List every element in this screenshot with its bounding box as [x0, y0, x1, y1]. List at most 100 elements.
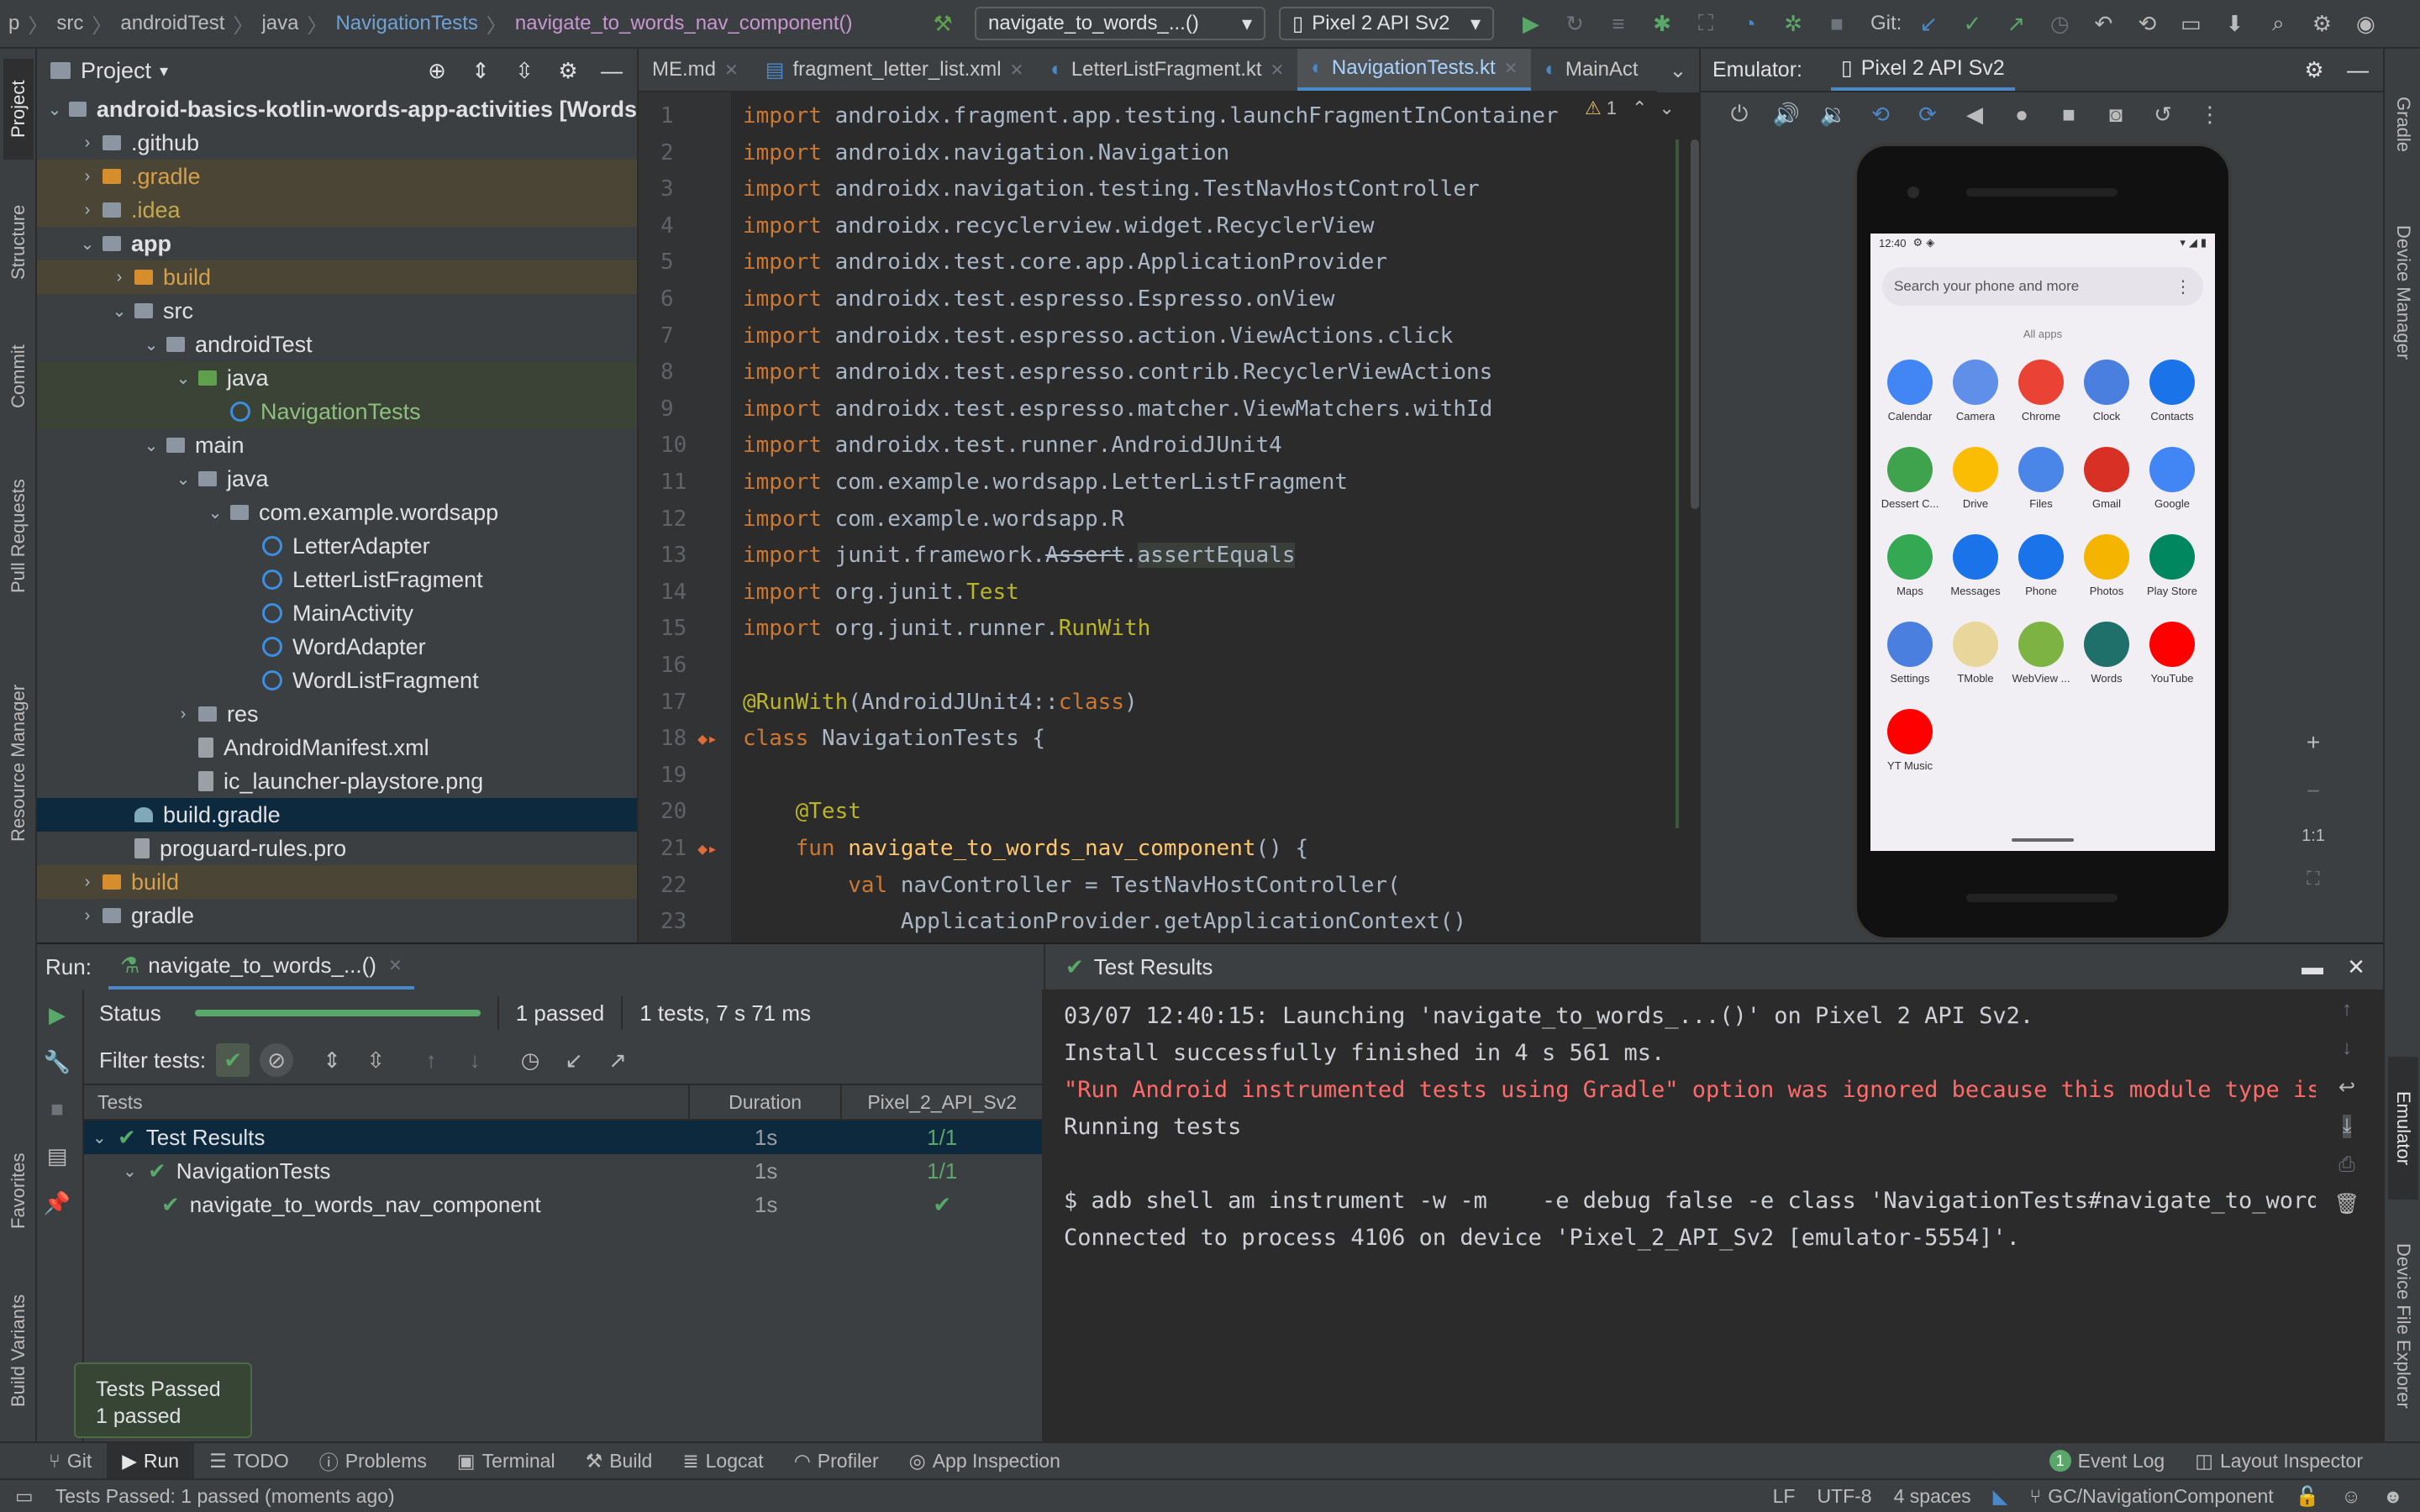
phone-app[interactable]: Dessert C...: [1877, 447, 1943, 510]
tree-node[interactable]: › .github: [37, 126, 637, 160]
phone-app[interactable]: Play Store: [2139, 534, 2205, 597]
tool-tab-resource-manager[interactable]: Resource Manager: [3, 654, 34, 872]
rollback-icon[interactable]: ↶: [2086, 7, 2120, 40]
tree-node[interactable]: ⌄ com.example.wordsapp: [37, 496, 637, 529]
file-encoding[interactable]: UTF-8: [1817, 1485, 1871, 1508]
tabs-overflow-icon[interactable]: ⌄: [1657, 49, 1699, 92]
tree-node[interactable]: ic_launcher-playstore.png: [37, 764, 637, 798]
editor-scrollbar[interactable]: [1691, 139, 1699, 509]
close-icon[interactable]: ✕: [724, 60, 739, 81]
home-icon[interactable]: ●: [2005, 97, 2039, 131]
attach-icon[interactable]: ✲: [1776, 7, 1810, 40]
fit-screen-icon[interactable]: ⛶: [2307, 868, 2319, 890]
pin-icon[interactable]: 📌: [40, 1186, 74, 1220]
phone-app[interactable]: Maps: [1877, 534, 1943, 597]
rerun-icon[interactable]: ↻: [1558, 7, 1591, 40]
avatar-icon[interactable]: ◉: [2349, 7, 2382, 40]
git-push-icon[interactable]: ↗: [1999, 7, 2033, 40]
stop-icon[interactable]: ■: [40, 1092, 74, 1126]
device-select[interactable]: ▯ Pixel 2 API Sv2 ▾: [1279, 7, 1494, 40]
git-branch[interactable]: ⑂ GC/NavigationComponent: [2029, 1485, 2273, 1508]
tree-node[interactable]: › build: [37, 865, 637, 899]
tool-tab-logcat[interactable]: ≣ Logcat: [667, 1443, 778, 1478]
search-icon[interactable]: ⌕: [2261, 7, 2295, 40]
rotate-left-icon[interactable]: ⟲: [1864, 97, 1897, 131]
power-icon[interactable]: ⏻: [1723, 97, 1756, 131]
tool-tab-build[interactable]: ⚒ Build: [571, 1443, 668, 1478]
profile-icon[interactable]: ◔: [1733, 7, 1766, 40]
column-device[interactable]: Pixel_2_API_Sv2: [842, 1084, 1042, 1120]
indent-setting[interactable]: 4 spaces: [1894, 1485, 1971, 1508]
phone-app[interactable]: Messages: [1943, 534, 2008, 597]
breadcrumb-item[interactable]: p: [0, 12, 28, 35]
tree-node[interactable]: LetterAdapter: [37, 529, 637, 563]
phone-app[interactable]: YouTube: [2139, 622, 2205, 685]
chevron-down-icon[interactable]: ⌄: [168, 469, 198, 490]
phone-app[interactable]: Files: [2008, 447, 2074, 510]
attach-debugger-icon[interactable]: ⛶: [1689, 7, 1723, 40]
chevron-down-icon[interactable]: ⌄: [40, 99, 69, 120]
zoom-actual-size[interactable]: 1:1: [2302, 827, 2325, 846]
expand-all-icon[interactable]: ⇕: [464, 54, 497, 87]
phone-app[interactable]: Clock: [2074, 360, 2139, 423]
wrench-icon[interactable]: 🔧: [40, 1045, 74, 1079]
test-row[interactable]: ⌄ ✔ NavigationTests 1s 1/1: [84, 1154, 1042, 1188]
tool-tab-problems[interactable]: ⓘ Problems: [304, 1443, 442, 1478]
emulator-device-tab[interactable]: ▯ Pixel 2 API Sv2: [1830, 49, 2015, 91]
scroll-to-end-icon[interactable]: ⤓: [2342, 1115, 2352, 1138]
back-icon[interactable]: ◀: [1958, 97, 1991, 131]
chevron-down-icon[interactable]: ⌄: [136, 435, 166, 456]
editor-tab[interactable]: ▤ fragment_letter_list.xml ✕: [752, 49, 1038, 91]
phone-app[interactable]: Camera: [1943, 360, 2008, 423]
locate-icon[interactable]: ⊕: [420, 54, 454, 87]
close-icon[interactable]: ✕: [1010, 60, 1024, 81]
line-separator[interactable]: LF: [1773, 1485, 1796, 1508]
breadcrumb-item[interactable]: androidTest: [112, 12, 233, 35]
tool-tab-git[interactable]: ⑂ Git: [34, 1443, 107, 1478]
show-passed-icon[interactable]: ✔: [216, 1043, 250, 1077]
volume-up-icon[interactable]: 🔊: [1770, 97, 1803, 131]
phone-app[interactable]: TMoble: [1943, 622, 2008, 685]
print-icon[interactable]: ⎙: [2338, 1153, 2354, 1177]
run-config-tab[interactable]: ⚗ navigate_to_words_...() ✕: [108, 944, 414, 990]
editor-tab[interactable]: ME.md ✕: [639, 49, 752, 91]
maximize-icon[interactable]: ▬: [2296, 950, 2329, 984]
chevron-down-icon[interactable]: ⌄: [168, 368, 198, 389]
run-test-gutter-icon[interactable]: ◆▸: [697, 728, 743, 748]
tests-passed-balloon[interactable]: Tests Passed 1 passed: [74, 1362, 252, 1438]
lock-icon[interactable]: 🔓: [2296, 1485, 2320, 1508]
arrow-up-icon[interactable]: ↑: [2342, 998, 2352, 1021]
snapshot-icon[interactable]: ↺: [2146, 97, 2180, 131]
phone-screen[interactable]: 12:40 ⚙ ◈ ▾ ◢ ▮ Search your phone and mo…: [1870, 234, 2215, 851]
chevron-right-icon[interactable]: ›: [72, 201, 103, 220]
tool-tab-structure[interactable]: Structure: [3, 183, 34, 301]
show-ignored-icon[interactable]: ⊘: [260, 1043, 294, 1077]
phone-app[interactable]: YT Music: [1877, 709, 1943, 772]
tree-node[interactable]: ⌄ java: [37, 361, 637, 395]
chevron-down-icon[interactable]: ⌄: [123, 1161, 148, 1182]
history-icon[interactable]: ◷: [2043, 7, 2076, 40]
tree-node[interactable]: ⌄ main: [37, 428, 637, 462]
overview-icon[interactable]: ■: [2052, 97, 2086, 131]
phone-app[interactable]: Settings: [1877, 622, 1943, 685]
tool-tab-emulator[interactable]: Emulator: [2388, 1057, 2418, 1200]
hammer-icon[interactable]: ⚒: [926, 7, 960, 40]
tool-tab-run[interactable]: ▶ Run: [107, 1443, 195, 1478]
status-message[interactable]: Tests Passed: 1 passed (moments ago): [55, 1485, 395, 1508]
tool-tab-gradle[interactable]: Gradle: [2388, 74, 2418, 175]
memory-icon[interactable]: ☻: [2383, 1485, 2403, 1508]
gear-icon[interactable]: ⚙: [551, 54, 585, 87]
expand-all-icon[interactable]: ⇕: [315, 1043, 349, 1077]
stop-icon[interactable]: ■: [1820, 7, 1854, 40]
tree-node[interactable]: WordListFragment: [37, 664, 637, 697]
zoom-in-icon[interactable]: +: [2307, 729, 2320, 756]
breadcrumb-item[interactable]: src: [48, 12, 92, 35]
trash-icon[interactable]: 🗑: [2334, 1192, 2360, 1216]
minimize-icon[interactable]: —: [2341, 53, 2375, 87]
close-icon[interactable]: ✕: [1270, 60, 1285, 81]
test-row[interactable]: ⌄ ✔ Test Results 1s 1/1: [84, 1121, 1042, 1154]
tree-node[interactable]: › .idea: [37, 193, 637, 227]
rotate-right-icon[interactable]: ⟳: [1911, 97, 1944, 131]
device-manager-icon[interactable]: ▭: [2174, 7, 2207, 40]
inspector-icon[interactable]: ☺: [2341, 1485, 2360, 1508]
